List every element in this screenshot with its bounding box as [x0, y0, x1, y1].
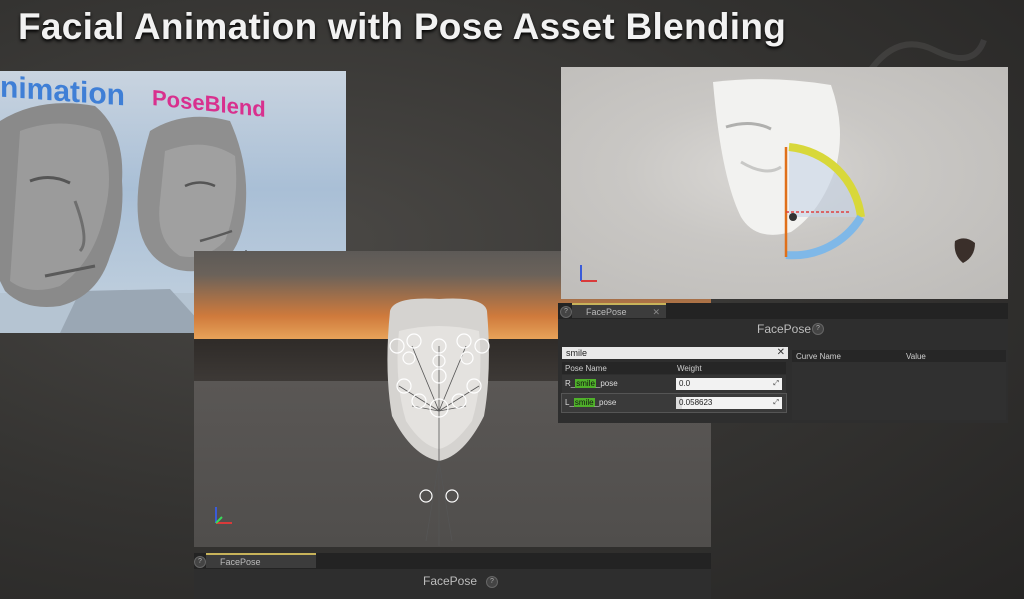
axis-gizmo-icon [215, 507, 232, 524]
tab-label: FacePose [586, 307, 627, 317]
pose-search-input[interactable]: smile ✕ [562, 347, 788, 359]
center-panel-title: FacePose [423, 574, 478, 588]
pose-row[interactable]: R_smile_pose 0.0 ⤢ [562, 375, 786, 393]
expand-arrows-icon[interactable]: ⤢ [773, 397, 779, 409]
pose-weight-slider[interactable]: 0.0 ⤢ [676, 378, 782, 390]
right-panel-title: FacePose [757, 322, 812, 336]
weight-header[interactable]: Weight [677, 364, 702, 373]
pose-weight-slider[interactable]: 0.058623 ⤢ [676, 397, 782, 409]
axis-gizmo-icon [580, 265, 597, 282]
close-icon[interactable]: ✕ [652, 305, 660, 319]
pose-name: L_smile_pose [565, 398, 617, 407]
weight-value: 0.058623 [679, 398, 713, 407]
face-with-rotation-gizmo [713, 79, 975, 263]
tab-facepose-right[interactable]: FacePose ✕ [572, 303, 666, 318]
tab-label: FacePose [220, 557, 261, 567]
pose-name-header[interactable]: Pose Name [565, 364, 607, 373]
pose-row[interactable]: L_smile_pose 0.058623 ⤢ [561, 393, 787, 413]
help-icon[interactable]: ? [560, 306, 572, 318]
curve-name-header[interactable]: Curve Name [796, 352, 841, 361]
clear-search-icon[interactable]: ✕ [777, 347, 785, 359]
expand-arrows-icon[interactable]: ⤢ [773, 378, 779, 390]
value-header[interactable]: Value [906, 352, 926, 361]
curve-list [792, 362, 1006, 420]
help-icon[interactable]: ? [194, 556, 206, 568]
tab-facepose-center[interactable]: FacePose [206, 553, 316, 568]
search-value: smile [566, 348, 588, 358]
help-icon[interactable]: ? [486, 576, 498, 588]
pose-name: R_smile_pose [565, 379, 618, 388]
help-icon[interactable]: ? [812, 323, 824, 335]
viewport-right[interactable] [561, 67, 1008, 299]
slide-title: Facial Animation with Pose Asset Blendin… [18, 6, 787, 47]
weight-value: 0.0 [679, 379, 691, 388]
